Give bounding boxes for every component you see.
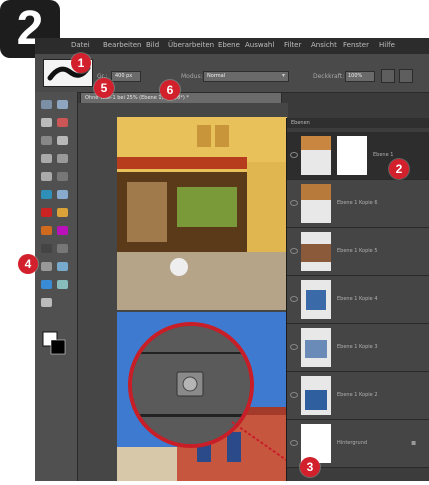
annotation-badge-6: 6 [160, 80, 180, 100]
visibility-eye-icon[interactable] [290, 296, 298, 302]
layer-name: Ebene 1 [373, 152, 394, 158]
menu-hilfe[interactable]: Hilfe [379, 41, 395, 49]
layer-row[interactable]: Ebene 1 Kopie 3 [287, 324, 429, 372]
lock-icon: ▪ [411, 438, 417, 447]
layer-name: Ebene 1 Kopie 5 [337, 248, 378, 254]
menu-bar: Datei Bearbeiten Bild Überarbeiten Ebene… [35, 38, 429, 54]
layer-name: Ebene 1 Kopie 3 [337, 344, 378, 350]
annotation-badge-3: 3 [300, 457, 320, 477]
menu-bild[interactable]: Bild [146, 41, 159, 49]
layer-row[interactable]: Ebene 1 Kopie 5 [287, 228, 429, 276]
annotation-badge-2: 2 [389, 159, 409, 179]
annotation-badge-1: 1 [71, 53, 91, 73]
menu-auswahl[interactable]: Auswahl [245, 41, 274, 49]
menu-fenster[interactable]: Fenster [343, 41, 369, 49]
menu-filter[interactable]: Filter [284, 41, 301, 49]
menu-ueberarbeiten[interactable]: Überarbeiten [168, 41, 214, 49]
layer-name: Hintergrund [337, 440, 368, 446]
visibility-eye-icon[interactable] [290, 392, 298, 398]
toolbar-icons [41, 100, 68, 355]
chevron-down-icon: ▾ [281, 72, 285, 79]
layer-name: Ebene 1 Kopie 2 [337, 392, 378, 398]
layer-row[interactable]: Ebene 1 Kopie 2 [287, 372, 429, 420]
opacity-field[interactable]: 100% [345, 71, 375, 82]
menu-bearbeiten[interactable]: Bearbeiten [103, 41, 141, 49]
menu-ebene[interactable]: Ebene [218, 41, 240, 49]
layers-tab[interactable]: Ebenen [291, 120, 310, 126]
opacity-label: Deckkraft: [313, 73, 345, 80]
menu-datei[interactable]: Datei [71, 41, 90, 49]
mode-label: Modus: [181, 73, 203, 80]
layer-thumbnail [301, 328, 331, 367]
menu-ansicht[interactable]: Ansicht [311, 41, 337, 49]
layer-row[interactable]: Ebene 1 Kopie 6 [287, 180, 429, 228]
layers-panel-header: Ebenen [287, 118, 429, 128]
size-value: 400 px [115, 73, 133, 79]
canvas-photo-shop [117, 117, 287, 310]
mode-select[interactable]: Normal ▾ [203, 71, 289, 82]
size-field[interactable]: 400 px [111, 71, 141, 82]
layer-row[interactable]: Ebene 1 Kopie 4 [287, 276, 429, 324]
layer-mask-thumbnail [337, 136, 367, 175]
visibility-eye-icon[interactable] [290, 440, 298, 446]
layer-name: Ebene 1 Kopie 4 [337, 296, 378, 302]
layer-thumbnail [301, 376, 331, 415]
tablet-pressure-icon[interactable] [399, 69, 413, 83]
layer-thumbnail [301, 280, 331, 319]
visibility-eye-icon[interactable] [290, 248, 298, 254]
airbrush-toggle-icon[interactable] [381, 69, 395, 83]
visibility-eye-icon[interactable] [290, 344, 298, 350]
layer-thumbnail [301, 184, 331, 223]
tool-panel [35, 92, 78, 481]
layer-thumbnail [301, 136, 331, 175]
layer-name: Ebene 1 Kopie 6 [337, 200, 378, 206]
annotation-badge-5: 5 [94, 78, 114, 98]
mode-value: Normal [207, 73, 226, 79]
layer-thumbnail [301, 232, 331, 271]
annotation-badge-4: 4 [18, 254, 38, 274]
visibility-eye-icon[interactable] [290, 152, 298, 158]
opacity-value: 100% [348, 73, 363, 79]
visibility-eye-icon[interactable] [290, 200, 298, 206]
